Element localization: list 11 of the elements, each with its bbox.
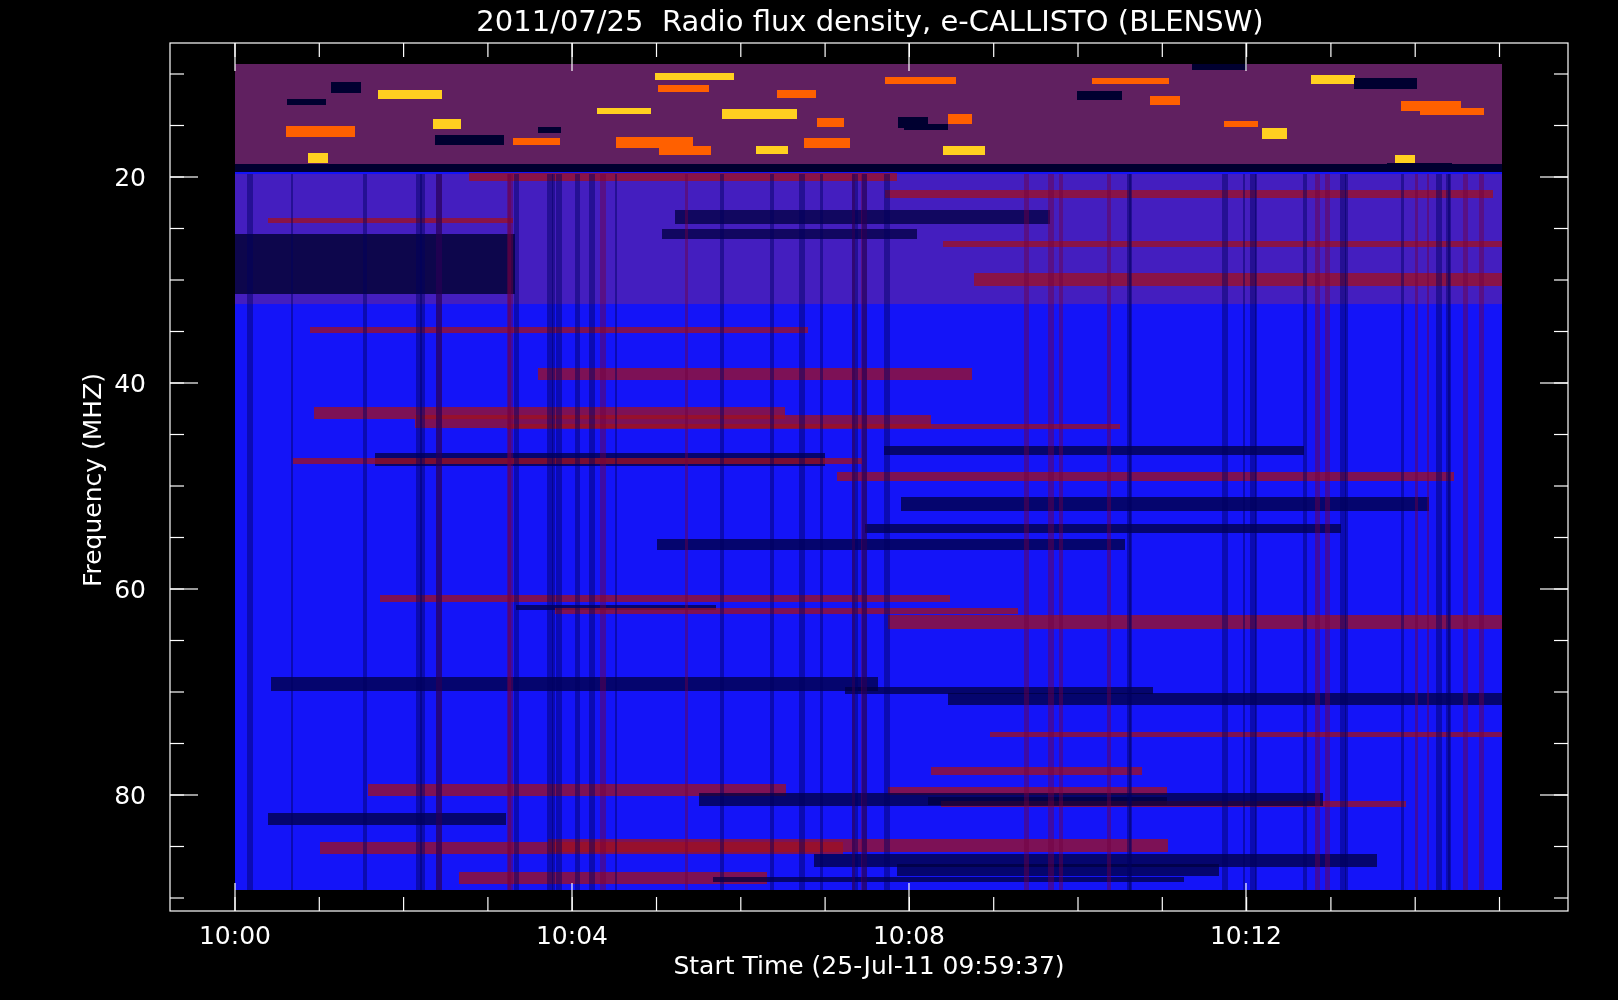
y-tick-label: 60 [114, 575, 146, 604]
x-tick-label: 10:08 [873, 921, 945, 950]
y-tick-label: 20 [114, 163, 146, 192]
y-axis-title: Frequency (MHZ) [78, 372, 107, 588]
chart-title: 2011/07/25 Radio flux density, e-CALLISTO (BLENSW) [476, 4, 1264, 38]
x-tick-label: 10:12 [1210, 921, 1282, 950]
x-axis-title: Start Time (25-Jul-11 09:59:37) [673, 951, 1065, 980]
x-tick-label: 10:04 [536, 921, 608, 950]
y-tick-label: 40 [114, 369, 146, 398]
x-tick-label: 10:00 [199, 921, 271, 950]
y-tick-label: 80 [114, 781, 146, 810]
